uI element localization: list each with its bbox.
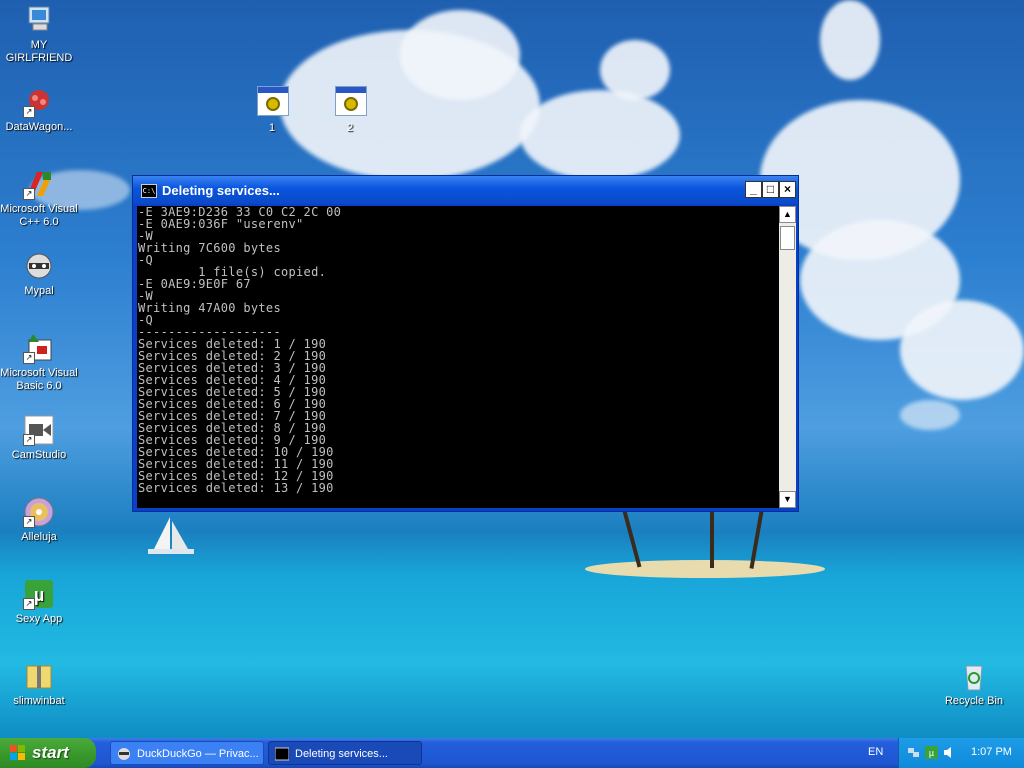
maximize-button[interactable]: □ (762, 181, 779, 198)
svg-text:µ: µ (929, 748, 934, 758)
svg-text:µ: µ (34, 585, 44, 605)
desktop-icon-label: Recycle Bin (944, 695, 1004, 707)
close-button[interactable]: × (779, 181, 796, 198)
cmd-icon (275, 747, 289, 761)
recycle-bin-icon (958, 660, 990, 692)
console-line: Writing 7C600 bytes (138, 241, 281, 255)
shortcut-arrow-icon: ↗ (23, 352, 35, 364)
program-gear-icon (257, 86, 289, 116)
shortcut-arrow-icon: ↗ (23, 598, 35, 610)
raccoon-icon (23, 250, 55, 282)
zip-folder-icon (23, 660, 55, 692)
shortcut-arrow-icon: ↗ (23, 106, 35, 118)
desktop-icon-2[interactable]: 2 (335, 86, 367, 134)
visual-basic-icon: ↗ (23, 332, 55, 364)
desktop-icon-label: DataWagon... (5, 121, 73, 133)
program-gear-icon (335, 86, 367, 116)
desktop-icon-1[interactable]: 1 (257, 86, 289, 134)
cd-icon: ↗ (23, 496, 55, 528)
taskbar: start DuckDuckGo — Privac... Deleting se… (0, 738, 1024, 768)
taskbar-item-label: DuckDuckGo — Privac... (137, 748, 259, 760)
console-line: -E 0AE9:036F "userenv" (138, 217, 304, 231)
taskbar-item-label: Deleting services... (295, 748, 388, 760)
scroll-up-button[interactable]: ▲ (779, 206, 796, 223)
network-icon[interactable] (907, 746, 920, 759)
desktop-icon-label: Microsoft Visual C++ 6.0 (0, 203, 78, 228)
language-indicator[interactable]: EN (868, 746, 883, 758)
sailboat (148, 517, 194, 554)
window-title: Deleting services... (162, 183, 280, 198)
camera-icon: ↗ (23, 414, 55, 446)
desktop-icon-label: 1 (268, 122, 276, 134)
start-button[interactable]: start (0, 738, 96, 768)
datawagon-icon: ↗ (23, 86, 55, 118)
system-tray: µ 1:07 PM (898, 738, 1024, 768)
desktop-icon-datawagon[interactable]: ↗ DataWagon... (0, 86, 79, 134)
start-label: start (32, 743, 69, 762)
console-window[interactable]: C:\ Deleting services... _ □ × -E 3AE9:D… (132, 175, 799, 512)
utorrent-icon: µ ↗ (23, 578, 55, 610)
console-text: -E 3AE9:D236 33 C0 C2 2C 00 -E 0AE9:036F … (137, 206, 779, 494)
desktop-icon-label: CamStudio (11, 449, 67, 461)
visual-cpp-icon: ↗ (23, 168, 55, 200)
window-titlebar[interactable]: C:\ Deleting services... _ □ × (133, 176, 798, 204)
desktop-icon-label: Sexy App (15, 613, 63, 625)
desktop-icon-mypal[interactable]: Mypal (0, 250, 79, 298)
desktop-icon-label: Mypal (24, 285, 54, 297)
console-line: -E 0AE9:9E0F 67 (138, 277, 251, 291)
desktop-icon-recycle-bin[interactable]: Recycle Bin (934, 660, 1014, 708)
desktop-icon-camstudio[interactable]: ↗ CamStudio (0, 414, 79, 462)
utorrent-tray-icon[interactable]: µ (925, 746, 938, 759)
cmd-icon: C:\ (141, 184, 157, 198)
raccoon-icon (118, 748, 130, 760)
windows-flag-icon (10, 745, 25, 760)
desktop-icon-label: slimwinbat (13, 695, 65, 707)
desktop-icon-label: MY GIRLFRIEND (5, 39, 73, 64)
shortcut-arrow-icon: ↗ (23, 188, 35, 200)
desktop-icon-my-girlfriend[interactable]: MY GIRLFRIEND (0, 4, 79, 65)
desktop-icon-label: 2 (346, 122, 354, 134)
scroll-thumb[interactable] (780, 226, 795, 250)
minimize-button[interactable]: _ (745, 181, 762, 198)
desktop-icon-label: Microsoft Visual Basic 6.0 (0, 367, 78, 392)
desktop-icon-alleluja[interactable]: ↗ Alleluja (0, 496, 79, 544)
desktop-icon-slimwinbat[interactable]: slimwinbat (0, 660, 79, 708)
taskbar-item-duckduckgo[interactable]: DuckDuckGo — Privac... (110, 741, 264, 765)
clock[interactable]: 1:07 PM (971, 746, 1012, 758)
taskbar-item-deleting-services[interactable]: Deleting services... (268, 741, 422, 765)
computer-icon (23, 4, 55, 36)
console-output[interactable]: -E 3AE9:D236 33 C0 C2 2C 00 -E 0AE9:036F … (137, 206, 779, 508)
desktop-icon-visual-basic[interactable]: ↗ Microsoft Visual Basic 6.0 (0, 332, 79, 393)
shortcut-arrow-icon: ↗ (23, 434, 35, 446)
island (585, 560, 825, 578)
scroll-down-button[interactable]: ▼ (779, 491, 796, 508)
vertical-scrollbar[interactable]: ▲ ▼ (779, 206, 796, 508)
desktop-icon-visual-cpp[interactable]: ↗ Microsoft Visual C++ 6.0 (0, 168, 79, 229)
console-line: Writing 47A00 bytes (138, 301, 281, 315)
desktop-icon-label: Alleluja (21, 531, 57, 543)
desktop-icon-sexy-app[interactable]: µ ↗ Sexy App (0, 578, 79, 626)
shortcut-arrow-icon: ↗ (23, 516, 35, 528)
console-line: Services deleted: 13 / 190 (138, 481, 334, 495)
volume-icon[interactable] (943, 746, 956, 759)
